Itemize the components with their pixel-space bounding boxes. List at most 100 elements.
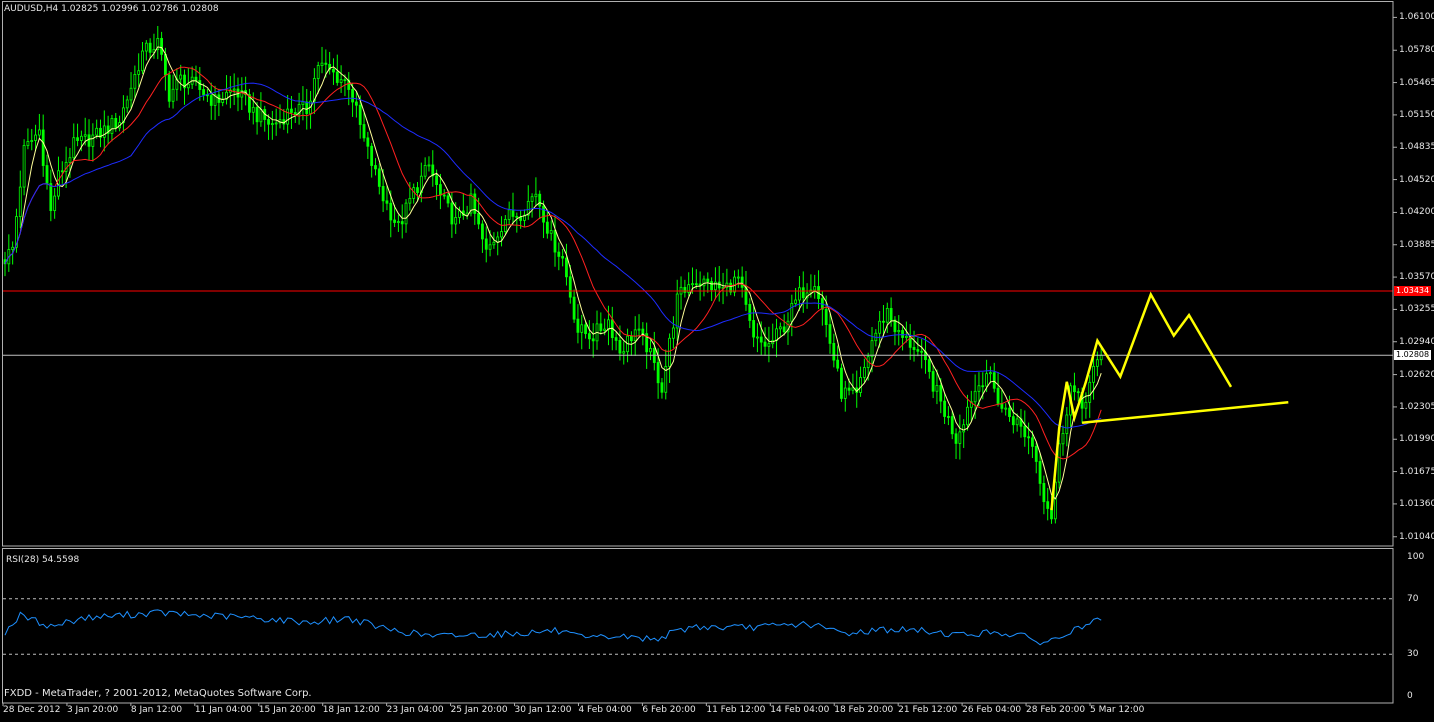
price-tag: 1.02808: [1394, 350, 1432, 361]
candle-body: [878, 320, 882, 334]
candle-body: [656, 362, 660, 384]
candle-body: [148, 42, 152, 53]
candle-body: [557, 251, 561, 257]
candle-body: [633, 329, 637, 342]
y-tick-label: 1.03570: [1399, 272, 1434, 283]
y-tick-label: 1.01040: [1399, 531, 1434, 542]
candle-body: [68, 157, 72, 163]
y-tick-label: 1.05465: [1399, 77, 1434, 88]
candle-body: [454, 217, 458, 225]
candle-body: [943, 400, 946, 417]
candle-body: [358, 104, 362, 125]
candle-body: [316, 65, 320, 79]
candle-body: [427, 164, 431, 167]
candle-body: [649, 348, 652, 353]
candle-body: [209, 95, 213, 106]
candle-body: [591, 338, 595, 342]
candle-body: [267, 119, 270, 125]
candle-body: [763, 341, 767, 347]
candle-body: [958, 431, 962, 444]
candle-body: [507, 209, 511, 220]
copyright-footer: FXDD - MetaTrader, ? 2001-2012, MetaQuot…: [4, 688, 312, 699]
candle-body: [324, 62, 328, 65]
candle-body: [790, 302, 794, 322]
candle-body: [160, 38, 163, 55]
candle-body: [1095, 359, 1099, 367]
y-tick-label: 1.04200: [1399, 207, 1434, 218]
candle-body: [576, 318, 580, 333]
candle-body: [691, 283, 694, 286]
x-tick-label: 28 Dec 2012: [3, 705, 61, 715]
candle-body: [270, 123, 274, 125]
candle-body: [473, 193, 477, 214]
candle-body: [565, 257, 568, 278]
candle-body: [167, 74, 171, 102]
price-tag: 1.03434: [1394, 286, 1432, 297]
candle-body: [740, 276, 744, 288]
candle-body: [1073, 385, 1076, 393]
candle-body: [840, 367, 843, 399]
candle-body: [859, 377, 862, 393]
candle-body: [599, 323, 603, 331]
candle-body: [717, 281, 721, 289]
candle-body: [1034, 445, 1038, 462]
candle-body: [1015, 418, 1019, 426]
candle-body: [442, 194, 446, 197]
candle-body: [91, 134, 95, 147]
candle-body: [320, 62, 324, 66]
candle-body: [1076, 391, 1080, 394]
candle-body: [801, 287, 805, 299]
y-tick-label: 1.05780: [1399, 45, 1434, 56]
candle-body: [255, 106, 259, 123]
candle-body: [408, 198, 412, 204]
candle-body: [927, 359, 931, 372]
metatrader-chart-window[interactable]: AUDUSD,H4 1.02825 1.02996 1.02786 1.0280…: [0, 0, 1434, 718]
candle-body: [985, 373, 988, 387]
candle-body: [542, 205, 545, 223]
candle-body: [782, 326, 786, 333]
candle-body: [49, 183, 53, 211]
candle-body: [259, 109, 263, 123]
candle-body: [34, 134, 37, 141]
candle-body: [935, 385, 939, 392]
chart-canvas[interactable]: [0, 0, 1434, 718]
x-tick-label: 25 Jan 20:00: [450, 705, 508, 715]
rsi-tick-label: 100: [1407, 552, 1425, 562]
candle-body: [931, 371, 935, 392]
candle-body: [87, 134, 91, 147]
candle-body: [1011, 416, 1015, 426]
candle-body: [450, 202, 454, 225]
candle-body: [164, 53, 167, 76]
candle-body: [110, 118, 114, 134]
candle-body: [366, 137, 370, 147]
candle-body: [37, 129, 41, 136]
x-tick-label: 11 Feb 12:00: [706, 705, 766, 715]
candle-body: [179, 74, 183, 80]
candle-body: [954, 433, 958, 444]
candle-body: [587, 333, 591, 340]
candle-body: [962, 424, 966, 433]
x-tick-label: 23 Jan 04:00: [386, 705, 444, 715]
candle-body: [274, 122, 278, 125]
candle-body: [870, 340, 874, 358]
x-tick-label: 21 Feb 12:00: [898, 705, 958, 715]
candle-body: [76, 137, 79, 141]
rsi-tick-label: 70: [1407, 593, 1419, 604]
candle-body: [481, 223, 484, 240]
candle-body: [1088, 381, 1092, 403]
candle-body: [641, 328, 645, 335]
symbol-header: AUDUSD,H4 1.02825 1.02996 1.02786 1.0280…: [4, 4, 219, 14]
candle-body: [404, 202, 408, 225]
candle-body: [18, 186, 22, 217]
candle-body: [549, 230, 553, 234]
candle-body: [912, 346, 916, 350]
candle-body: [251, 106, 255, 113]
candle-body: [920, 350, 924, 353]
candle-body: [416, 187, 419, 193]
candle-body: [305, 101, 309, 114]
rsi-tick-label: 30: [1407, 649, 1419, 660]
candle-body: [614, 337, 618, 341]
x-tick-label: 4 Feb 04:00: [578, 705, 632, 715]
y-tick-label: 1.03885: [1399, 239, 1434, 250]
candle-body: [561, 256, 565, 259]
